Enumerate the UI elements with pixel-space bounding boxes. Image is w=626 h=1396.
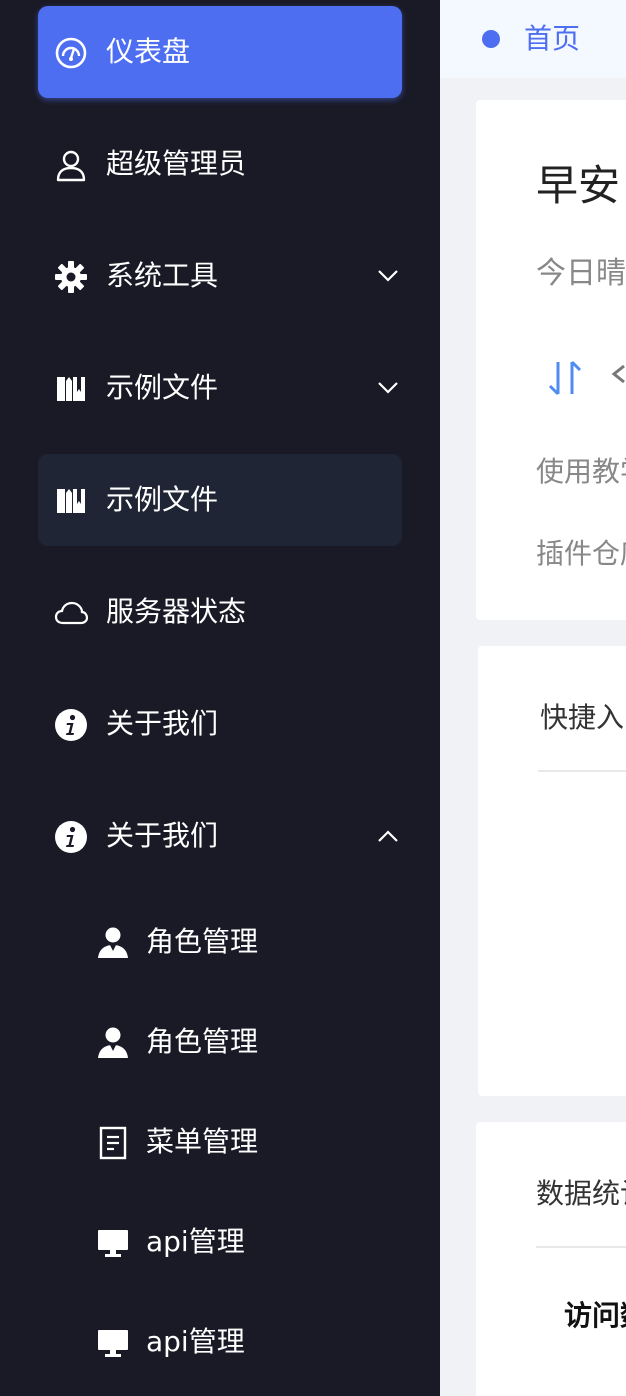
stats-card: 数据统计 访问数 (476, 1122, 626, 1396)
tab-bar: 首页 (440, 0, 626, 78)
folder-icon (54, 372, 88, 406)
folder-icon (54, 484, 88, 518)
partial-stat-icon (608, 356, 626, 400)
dashboard-icon (54, 36, 88, 70)
sidebar-item-label: 示例文件 (106, 371, 219, 404)
chevron-down-icon (374, 374, 402, 402)
stats-card-title: 数据统计 (536, 1177, 626, 1210)
sidebar-subitem-api-management-2[interactable]: api管理 (38, 1296, 402, 1388)
sidebar-subitem-label: 角色管理 (146, 1025, 259, 1058)
sidebar-item-about-us-group[interactable]: 关于我们 (38, 790, 402, 882)
info-icon (54, 820, 88, 854)
gear-icon (54, 260, 88, 294)
sidebar-item-super-admin[interactable]: 超级管理员 (38, 118, 402, 210)
sidebar-subitem-role-management-2[interactable]: 角色管理 (38, 996, 402, 1088)
sidebar: 仪表盘 超级管理员 系统工具 示例文件 示例文件 服务器状态 关于我们 关于我们… (0, 0, 440, 1396)
tab-home[interactable]: 首页 (440, 0, 626, 78)
sidebar-item-example-files[interactable]: 示例文件 (38, 342, 402, 434)
active-dot-icon (482, 30, 500, 48)
sidebar-item-label: 超级管理员 (106, 147, 247, 180)
sidebar-subitem-role-management[interactable]: 角色管理 (38, 896, 402, 988)
sidebar-subitem-label: 菜单管理 (146, 1125, 259, 1158)
sidebar-item-label: 仪表盘 (106, 35, 191, 68)
sidebar-item-label: 示例文件 (106, 483, 219, 516)
main-content: 首页 早安 今日晴 使用教学 插件仓库 快捷入口 数据统计 访问数 (440, 0, 626, 1396)
document-icon (96, 1126, 130, 1160)
plugin-repo-link[interactable]: 插件仓库 (536, 532, 626, 572)
sidebar-subitem-label: api管理 (146, 1225, 245, 1258)
info-icon (54, 708, 88, 742)
person-icon (96, 926, 130, 960)
sidebar-item-label: 系统工具 (106, 259, 219, 292)
sidebar-item-label: 关于我们 (106, 819, 219, 852)
sidebar-item-label: 关于我们 (106, 707, 219, 740)
sidebar-item-dashboard[interactable]: 仪表盘 (38, 6, 402, 98)
tab-home-label: 首页 (524, 22, 581, 55)
person-icon (96, 1026, 130, 1060)
chevron-down-icon (374, 262, 402, 290)
sidebar-subitem-api-management[interactable]: api管理 (38, 1196, 402, 1288)
divider (538, 770, 626, 772)
user-icon (54, 148, 88, 182)
sort-arrows-icon (544, 356, 588, 400)
sidebar-subitem-menu-management[interactable]: 菜单管理 (38, 1096, 402, 1188)
cloud-icon (54, 596, 88, 630)
sidebar-item-system-tools[interactable]: 系统工具 (38, 230, 402, 322)
greeting-text: 早安 (536, 161, 621, 210)
sidebar-subitem-label: 角色管理 (146, 925, 259, 958)
sidebar-item-server-status[interactable]: 服务器状态 (38, 566, 402, 658)
shortcut-card: 快捷入口 (478, 646, 626, 1096)
tutorial-link[interactable]: 使用教学 (536, 450, 626, 490)
sidebar-item-example-files-sub[interactable]: 示例文件 (38, 454, 402, 546)
sidebar-item-about-us[interactable]: 关于我们 (38, 678, 402, 770)
visit-count-label: 访问数 (564, 1299, 626, 1332)
sidebar-item-label: 服务器状态 (106, 595, 247, 628)
shortcut-card-title: 快捷入口 (540, 701, 626, 734)
sidebar-subitem-label: api管理 (146, 1325, 245, 1358)
chevron-up-icon (374, 822, 402, 850)
welcome-card: 早安 今日晴 使用教学 插件仓库 (476, 100, 626, 620)
monitor-icon (96, 1226, 130, 1260)
divider (536, 1246, 626, 1248)
weather-text: 今日晴 (536, 256, 626, 291)
monitor-icon (96, 1326, 130, 1360)
